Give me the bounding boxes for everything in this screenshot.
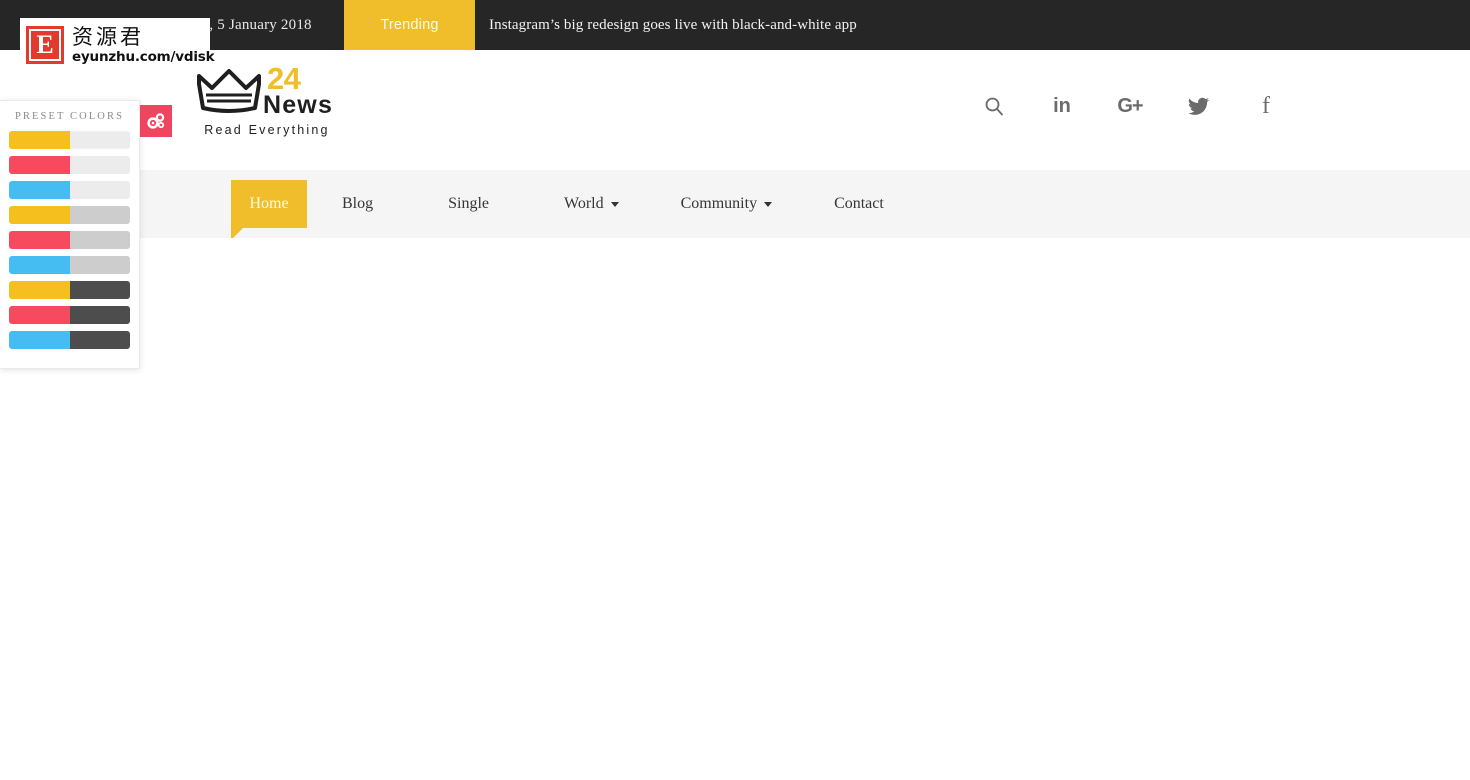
nav-item-home[interactable]: Home (231, 180, 307, 240)
nav-item-world-label: World (564, 195, 604, 212)
preset-color-swatch[interactable] (9, 231, 130, 249)
nav-item-community[interactable]: Community (680, 195, 773, 213)
trending-tab[interactable]: Trending (344, 0, 475, 50)
search-icon[interactable] (980, 92, 1008, 120)
nav-list: Home Blog Single World Community Contact (0, 170, 1470, 240)
watermark-badge-letter: E (29, 29, 61, 61)
swatch-secondary-color (69, 256, 130, 274)
nav-item-blog-label: Blog (342, 195, 374, 212)
nav-item-world[interactable]: World (564, 195, 619, 213)
swatch-primary-color (9, 281, 70, 299)
style-switcher-panel: PRESET COLORS (0, 100, 140, 369)
trending-label: Trending (380, 17, 439, 33)
preset-color-swatch[interactable] (9, 131, 130, 149)
main-navigation: Home Blog Single World Community Contact (0, 170, 1470, 240)
chevron-down-icon (764, 201, 773, 207)
swatch-secondary-color (69, 306, 130, 324)
page-content (0, 238, 1470, 780)
twitter-icon[interactable] (1184, 92, 1212, 120)
swatch-secondary-color (69, 181, 130, 199)
nav-item-community-label: Community (680, 195, 758, 212)
logo-wordmark: 24 News (262, 61, 334, 119)
swatch-secondary-color (69, 131, 130, 149)
social-links: in G+ f (980, 92, 1280, 120)
nav-item-single[interactable]: Single (448, 195, 489, 213)
swatch-secondary-color (69, 231, 130, 249)
header-band: 24 News Read Everything in G+ f (0, 50, 1470, 170)
preset-colors-title: PRESET COLORS (14, 111, 125, 122)
swatch-secondary-color (69, 331, 130, 349)
preset-color-swatch[interactable] (9, 181, 130, 199)
nav-item-home-label: Home (249, 195, 289, 212)
watermark-url: eyunzhu.com/vdisk (72, 49, 215, 65)
swatch-secondary-color (69, 281, 130, 299)
watermark-cn-text: 资源君 (72, 25, 144, 49)
nav-item-blog[interactable]: Blog (342, 195, 373, 213)
swatch-primary-color (9, 256, 70, 274)
gears-icon (146, 111, 166, 131)
crown-icon (193, 68, 265, 118)
swatch-secondary-color (69, 206, 130, 224)
google-plus-icon[interactable]: G+ (1116, 92, 1144, 120)
nav-item-contact-label: Contact (834, 195, 884, 212)
swatch-primary-color (9, 206, 70, 224)
watermark-overlay: E 资源君 eyunzhu.com/vdisk (20, 18, 215, 72)
swatch-primary-color (9, 131, 70, 149)
preset-color-swatch[interactable] (9, 281, 130, 299)
swatch-primary-color (9, 231, 70, 249)
facebook-glyph: f (1262, 92, 1270, 119)
swatch-primary-color (9, 331, 70, 349)
site-logo[interactable]: 24 News Read Everything (163, 61, 363, 137)
nav-item-single-label: Single (448, 195, 490, 212)
facebook-icon[interactable]: f (1252, 92, 1280, 120)
linkedin-glyph: in (1053, 94, 1071, 117)
watermark-text: 资源君 eyunzhu.com/vdisk (72, 25, 215, 65)
swatch-primary-color (9, 306, 70, 324)
style-switcher-toggle[interactable] (140, 105, 172, 137)
preset-color-swatch[interactable] (9, 156, 130, 174)
preset-colors-list (9, 131, 130, 349)
chevron-down-icon (610, 201, 619, 207)
preset-color-swatch[interactable] (9, 206, 130, 224)
logo-number: 24 (266, 61, 301, 96)
swatch-primary-color (9, 181, 70, 199)
logo-word: News (262, 91, 334, 119)
google-plus-glyph: G+ (1117, 94, 1143, 117)
linkedin-icon[interactable]: in (1048, 92, 1076, 120)
preset-color-swatch[interactable] (9, 256, 130, 274)
watermark-badge: E (26, 26, 64, 64)
page-root: Friday, 5 January 2018 Trending Instagra… (0, 0, 1470, 780)
preset-color-swatch[interactable] (9, 331, 130, 349)
swatch-secondary-color (69, 156, 130, 174)
logo-tagline: Read Everything (204, 123, 330, 137)
nav-item-contact[interactable]: Contact (834, 195, 884, 213)
logo-crown-row: 24 News (163, 61, 363, 119)
trending-headline[interactable]: Instagram’s big redesign goes live with … (489, 0, 857, 50)
preset-color-swatch[interactable] (9, 306, 130, 324)
swatch-primary-color (9, 156, 70, 174)
